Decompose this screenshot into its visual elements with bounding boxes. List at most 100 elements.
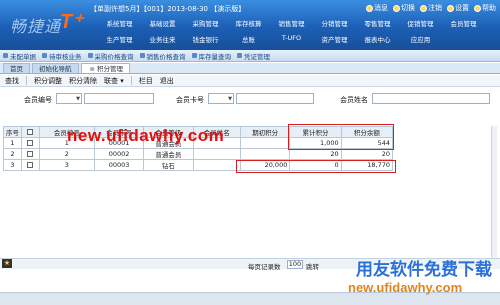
- adjust-points-button[interactable]: 积分调整: [34, 76, 62, 86]
- card-no-label: 会员卡号: [176, 96, 204, 104]
- main-menu-row-2: 生产管理 业务往来 钱金银行 总账 T-UFO 资产管理 报表中心 应应用: [98, 34, 442, 44]
- menu-inventory[interactable]: 库存核算: [227, 18, 270, 28]
- cell-select[interactable]: [21, 159, 40, 171]
- cell-member-no: 2: [38, 148, 95, 160]
- cell-card-no: 00002: [93, 148, 145, 160]
- star-icon[interactable]: ★: [2, 259, 12, 268]
- top-buttons: 消息 切换 注销 设置 帮助: [366, 3, 496, 13]
- cell-points-balance: 20: [340, 148, 394, 160]
- col-initial-points[interactable]: 期初积分: [239, 126, 291, 138]
- doc-icon: [42, 53, 47, 58]
- tab-points-management[interactable]: ⊗ 积分管理: [80, 63, 131, 73]
- linked-query-button[interactable]: 联查 ▾: [104, 76, 124, 86]
- gear-icon: [447, 4, 454, 12]
- menu-member[interactable]: 会员管理: [442, 18, 485, 28]
- member-no-label: 会员编号: [24, 96, 52, 104]
- doc-icon: [3, 53, 8, 58]
- chevron-down-icon: ▾: [120, 76, 124, 85]
- exit-button[interactable]: 退出: [160, 76, 174, 86]
- menu-tufo[interactable]: T-UFO: [270, 34, 313, 44]
- vertical-scrollbar[interactable]: [491, 126, 497, 258]
- menu-sales[interactable]: 销售管理: [270, 18, 313, 28]
- menu-reports[interactable]: 报表中心: [356, 34, 399, 44]
- shortcut-voucher[interactable]: 凭证管理: [237, 51, 270, 61]
- shortcut-unmatched[interactable]: 未配单据: [3, 51, 36, 61]
- shortcut-sales-price[interactable]: 销售价格查询: [139, 51, 186, 61]
- menu-promotion[interactable]: 促销管理: [399, 18, 442, 28]
- logout-icon: [420, 4, 427, 12]
- cell-name: [192, 148, 242, 160]
- page-tabs: 首页 初始化导航 ⊗ 积分管理: [0, 63, 500, 74]
- menu-retail[interactable]: 零售管理: [356, 18, 399, 28]
- page-size-input[interactable]: 100: [287, 260, 303, 269]
- row-checkbox[interactable]: [27, 162, 34, 168]
- close-icon[interactable]: ⊗: [90, 65, 95, 73]
- menu-bank[interactable]: 钱金银行: [184, 34, 227, 44]
- row-checkbox[interactable]: [27, 140, 34, 146]
- work-shortcut-bar: 未配单据 待审核业务 采购价格查询 销售价格查询 库存量查询 凭证管理: [0, 50, 500, 62]
- chevron-down-icon: ▼: [76, 96, 80, 102]
- chevron-down-icon: ▼: [228, 96, 232, 102]
- menu-system[interactable]: 系统管理: [98, 18, 141, 28]
- menu-purchase[interactable]: 采购管理: [184, 18, 227, 28]
- columns-button[interactable]: 栏目: [139, 76, 153, 86]
- tab-init-nav[interactable]: 初始化导航: [32, 63, 79, 73]
- toolbar-divider: [26, 76, 27, 85]
- doc-icon: [191, 53, 197, 58]
- cell-initial-points: [239, 137, 291, 149]
- switch-button[interactable]: 切换: [393, 3, 415, 13]
- top-banner: 畅捷通 T⁺ 【单副许想5月】【001】2013-08-30 【演示版】 消息 …: [0, 0, 500, 50]
- table-row[interactable]: 2 2 00002 普通会员 20 20: [3, 148, 394, 160]
- app-logo: 畅捷通 T⁺: [10, 11, 83, 36]
- cell-seq: 2: [3, 148, 22, 160]
- tab-home[interactable]: 首页: [3, 63, 30, 73]
- cell-select[interactable]: [21, 137, 40, 149]
- cell-level: 钻石: [143, 159, 194, 171]
- doc-icon: [139, 53, 145, 58]
- messages-button[interactable]: 消息: [366, 3, 388, 13]
- card-no-operator[interactable]: ▼: [208, 93, 234, 104]
- menu-basic[interactable]: 基础设置: [141, 18, 184, 28]
- menu-apps[interactable]: 应应用: [399, 34, 442, 44]
- shortcut-purchase-price[interactable]: 采购价格查询: [87, 51, 134, 61]
- menu-distribution[interactable]: 分销管理: [313, 18, 356, 28]
- member-no-input[interactable]: [84, 93, 154, 104]
- help-button[interactable]: 帮助: [474, 3, 496, 13]
- toolbar-divider: [130, 76, 132, 85]
- logout-button[interactable]: 注销: [420, 3, 442, 13]
- help-icon: [474, 4, 481, 12]
- member-no-operator[interactable]: ▼: [56, 93, 82, 104]
- card-no-input[interactable]: [236, 93, 314, 104]
- url-watermark: new.ufidawhy.com: [67, 126, 225, 145]
- member-name-input[interactable]: [372, 93, 490, 104]
- settings-button[interactable]: 设置: [447, 3, 469, 13]
- shortcut-stock-query[interactable]: 库存量查询: [191, 51, 231, 61]
- clear-points-button[interactable]: 积分清除: [69, 76, 97, 86]
- session-info: 【单副许想5月】【001】2013-08-30 【演示版】: [90, 5, 246, 13]
- brand-watermark-url: new.ufidawhy.com: [348, 280, 463, 295]
- brand-watermark-title: 用友软件免费下载: [356, 260, 492, 280]
- select-all-checkbox[interactable]: [27, 129, 34, 135]
- cell-level: 普通会员: [143, 148, 194, 160]
- highlight-box-row3: [236, 160, 396, 173]
- menu-ledger[interactable]: 总账: [227, 34, 270, 44]
- toolbar: 查找 积分调整 积分清除 联查 ▾ 栏目 退出: [0, 75, 500, 87]
- shortcut-pending-review[interactable]: 待审核业务: [42, 51, 82, 61]
- page-size-label: 每页记录数: [248, 263, 281, 271]
- menu-production[interactable]: 生产管理: [98, 34, 141, 44]
- jump-label: 跳转: [306, 263, 319, 271]
- menu-assets[interactable]: 资产管理: [313, 34, 356, 44]
- cell-initial-points: [239, 148, 291, 160]
- member-name-label: 会员姓名: [340, 96, 368, 104]
- menu-business[interactable]: 业务往来: [141, 34, 184, 44]
- mail-icon: [366, 4, 373, 12]
- app-window: 畅捷通 T⁺ 【单副许想5月】【001】2013-08-30 【演示版】 消息 …: [0, 0, 500, 305]
- cell-total-points: 20: [289, 148, 342, 160]
- cell-card-no: 00003: [93, 159, 145, 171]
- find-button[interactable]: 查找: [5, 76, 19, 86]
- col-select[interactable]: [21, 126, 40, 138]
- col-seq[interactable]: 序号: [3, 126, 22, 138]
- cell-select[interactable]: [21, 148, 40, 160]
- main-menu-row-1: 系统管理 基础设置 采购管理 库存核算 销售管理 分销管理 零售管理 促销管理 …: [98, 18, 485, 28]
- row-checkbox[interactable]: [27, 151, 34, 157]
